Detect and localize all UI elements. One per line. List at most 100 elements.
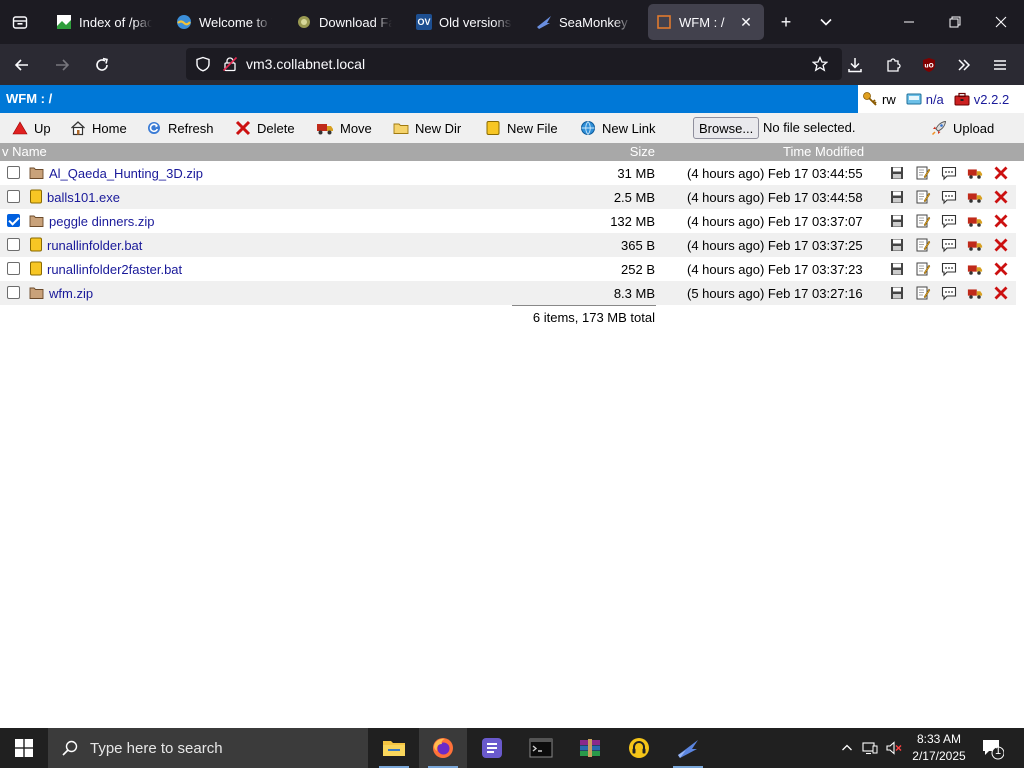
new-tab-button[interactable]: + — [766, 0, 806, 44]
extensions-button[interactable] — [875, 44, 911, 85]
tab-seamonkey[interactable]: SeaMonkey 2. — [528, 4, 640, 40]
file-name-link[interactable]: peggle dinners.zip — [49, 214, 155, 229]
comment-icon[interactable] — [941, 189, 957, 205]
file-name-link[interactable]: balls101.exe — [47, 190, 120, 205]
comment-icon[interactable] — [941, 165, 957, 181]
ublock-button[interactable]: uO — [911, 44, 947, 85]
taskbar-editor[interactable] — [468, 728, 516, 768]
start-button[interactable] — [0, 728, 48, 768]
restore-button[interactable] — [932, 0, 978, 44]
volume-muted-icon[interactable] — [882, 741, 906, 755]
shield-icon[interactable] — [195, 56, 211, 72]
edit-note-icon[interactable] — [915, 165, 931, 181]
file-name-link[interactable]: runallinfolder.bat — [47, 238, 142, 253]
taskbar-firefox[interactable] — [419, 728, 467, 768]
edit-note-icon[interactable] — [915, 261, 931, 277]
file-name-link[interactable]: Al_Qaeda_Hunting_3D.zip — [49, 166, 203, 181]
close-tab-icon[interactable]: ✕ — [736, 14, 756, 31]
move-button[interactable]: Move — [316, 113, 372, 143]
file-name-link[interactable]: runallinfolder2faster.bat — [47, 262, 182, 277]
edit-note-icon[interactable] — [915, 213, 931, 229]
network-icon[interactable] — [858, 741, 882, 755]
up-button[interactable]: Up — [12, 113, 51, 143]
save-floppy-icon[interactable] — [889, 237, 905, 253]
column-name[interactable]: v Name — [2, 144, 47, 159]
new-file-button[interactable]: New File — [485, 113, 558, 143]
taskbar-app-ear[interactable] — [615, 728, 663, 768]
bookmark-star-icon[interactable] — [812, 56, 828, 72]
version-indicator[interactable]: v2.2.2 — [954, 91, 1009, 107]
url-text[interactable]: vm3.collabnet.local — [246, 56, 365, 72]
delete-icon[interactable] — [993, 213, 1009, 229]
taskbar-terminal[interactable] — [517, 728, 565, 768]
reload-button[interactable] — [84, 49, 120, 81]
move-truck-icon[interactable] — [967, 237, 983, 253]
save-floppy-icon[interactable] — [889, 213, 905, 229]
move-truck-icon[interactable] — [967, 189, 983, 205]
taskbar-winrar[interactable] — [566, 728, 614, 768]
new-dir-button[interactable]: New Dir — [393, 113, 461, 143]
new-link-button[interactable]: New Link — [580, 113, 655, 143]
upload-button[interactable]: Upload — [931, 113, 994, 143]
file-size: 365 B — [621, 238, 655, 253]
row-checkbox[interactable] — [7, 166, 20, 179]
back-button[interactable] — [4, 49, 40, 81]
delete-button[interactable]: Delete — [235, 113, 295, 143]
save-floppy-icon[interactable] — [889, 189, 905, 205]
comment-icon[interactable] — [941, 237, 957, 253]
move-truck-icon[interactable] — [967, 213, 983, 229]
taskbar-seamonkey[interactable] — [664, 728, 712, 768]
close-window-button[interactable] — [978, 0, 1024, 44]
insecure-lock-icon[interactable] — [222, 56, 238, 72]
delete-icon[interactable] — [993, 285, 1009, 301]
quota-indicator[interactable]: n/a — [906, 91, 944, 107]
move-truck-icon[interactable] — [967, 285, 983, 301]
taskbar-clock[interactable]: 8:33 AM 2/17/2025 — [904, 731, 974, 765]
move-truck-icon[interactable] — [967, 165, 983, 181]
browse-file-button[interactable]: Browse... — [693, 117, 760, 139]
row-checkbox[interactable] — [7, 262, 20, 275]
taskbar-file-explorer[interactable] — [370, 728, 418, 768]
delete-icon[interactable] — [993, 165, 1009, 181]
save-floppy-icon[interactable] — [889, 285, 905, 301]
row-checkbox[interactable] — [7, 238, 20, 251]
menu-button[interactable] — [982, 44, 1018, 85]
downloads-button[interactable] — [837, 44, 873, 85]
url-bar[interactable]: vm3.collabnet.local — [186, 48, 842, 80]
row-checkbox-checked[interactable] — [7, 214, 20, 227]
refresh-button[interactable]: Refresh — [146, 113, 214, 143]
row-checkbox[interactable] — [7, 286, 20, 299]
move-truck-icon[interactable] — [967, 261, 983, 277]
taskbar-search-box[interactable]: Type here to search — [48, 728, 368, 768]
file-time: (4 hours ago) Feb 17 03:44:58 — [687, 190, 863, 205]
edit-note-icon[interactable] — [915, 237, 931, 253]
row-checkbox[interactable] — [7, 190, 20, 203]
tab-old-versions[interactable]: OV Old versions of — [408, 4, 520, 40]
show-hidden-icons-chevron-icon[interactable] — [836, 742, 858, 754]
comment-icon[interactable] — [941, 213, 957, 229]
firefox-view-button[interactable] — [0, 0, 40, 44]
edit-note-icon[interactable] — [915, 189, 931, 205]
save-floppy-icon[interactable] — [889, 261, 905, 277]
minimize-button[interactable] — [886, 0, 932, 44]
forward-button[interactable] — [44, 49, 80, 81]
delete-icon[interactable] — [993, 189, 1009, 205]
comment-icon[interactable] — [941, 285, 957, 301]
column-time-modified[interactable]: Time Modified — [783, 144, 864, 159]
column-size[interactable]: Size — [630, 144, 655, 159]
tab-wfm[interactable]: WFM : / ✕ — [648, 4, 764, 40]
notification-center-button[interactable]: 1 — [980, 736, 1005, 760]
file-name-link[interactable]: wfm.zip — [49, 286, 93, 301]
tab-welcome-webhost[interactable]: Welcome to WebHost — [168, 4, 280, 40]
overflow-button[interactable] — [946, 44, 982, 85]
file-list: Al_Qaeda_Hunting_3D.zip 31 MB (4 hours a… — [0, 161, 1016, 305]
tab-download-faststone[interactable]: Download FastStone — [288, 4, 400, 40]
tab-index-packages[interactable]: Index of /packages/ — [48, 4, 160, 40]
list-all-tabs-button[interactable] — [806, 0, 846, 44]
delete-icon[interactable] — [993, 261, 1009, 277]
delete-icon[interactable] — [993, 237, 1009, 253]
save-floppy-icon[interactable] — [889, 165, 905, 181]
home-button[interactable]: Home — [70, 113, 127, 143]
edit-note-icon[interactable] — [915, 285, 931, 301]
comment-icon[interactable] — [941, 261, 957, 277]
